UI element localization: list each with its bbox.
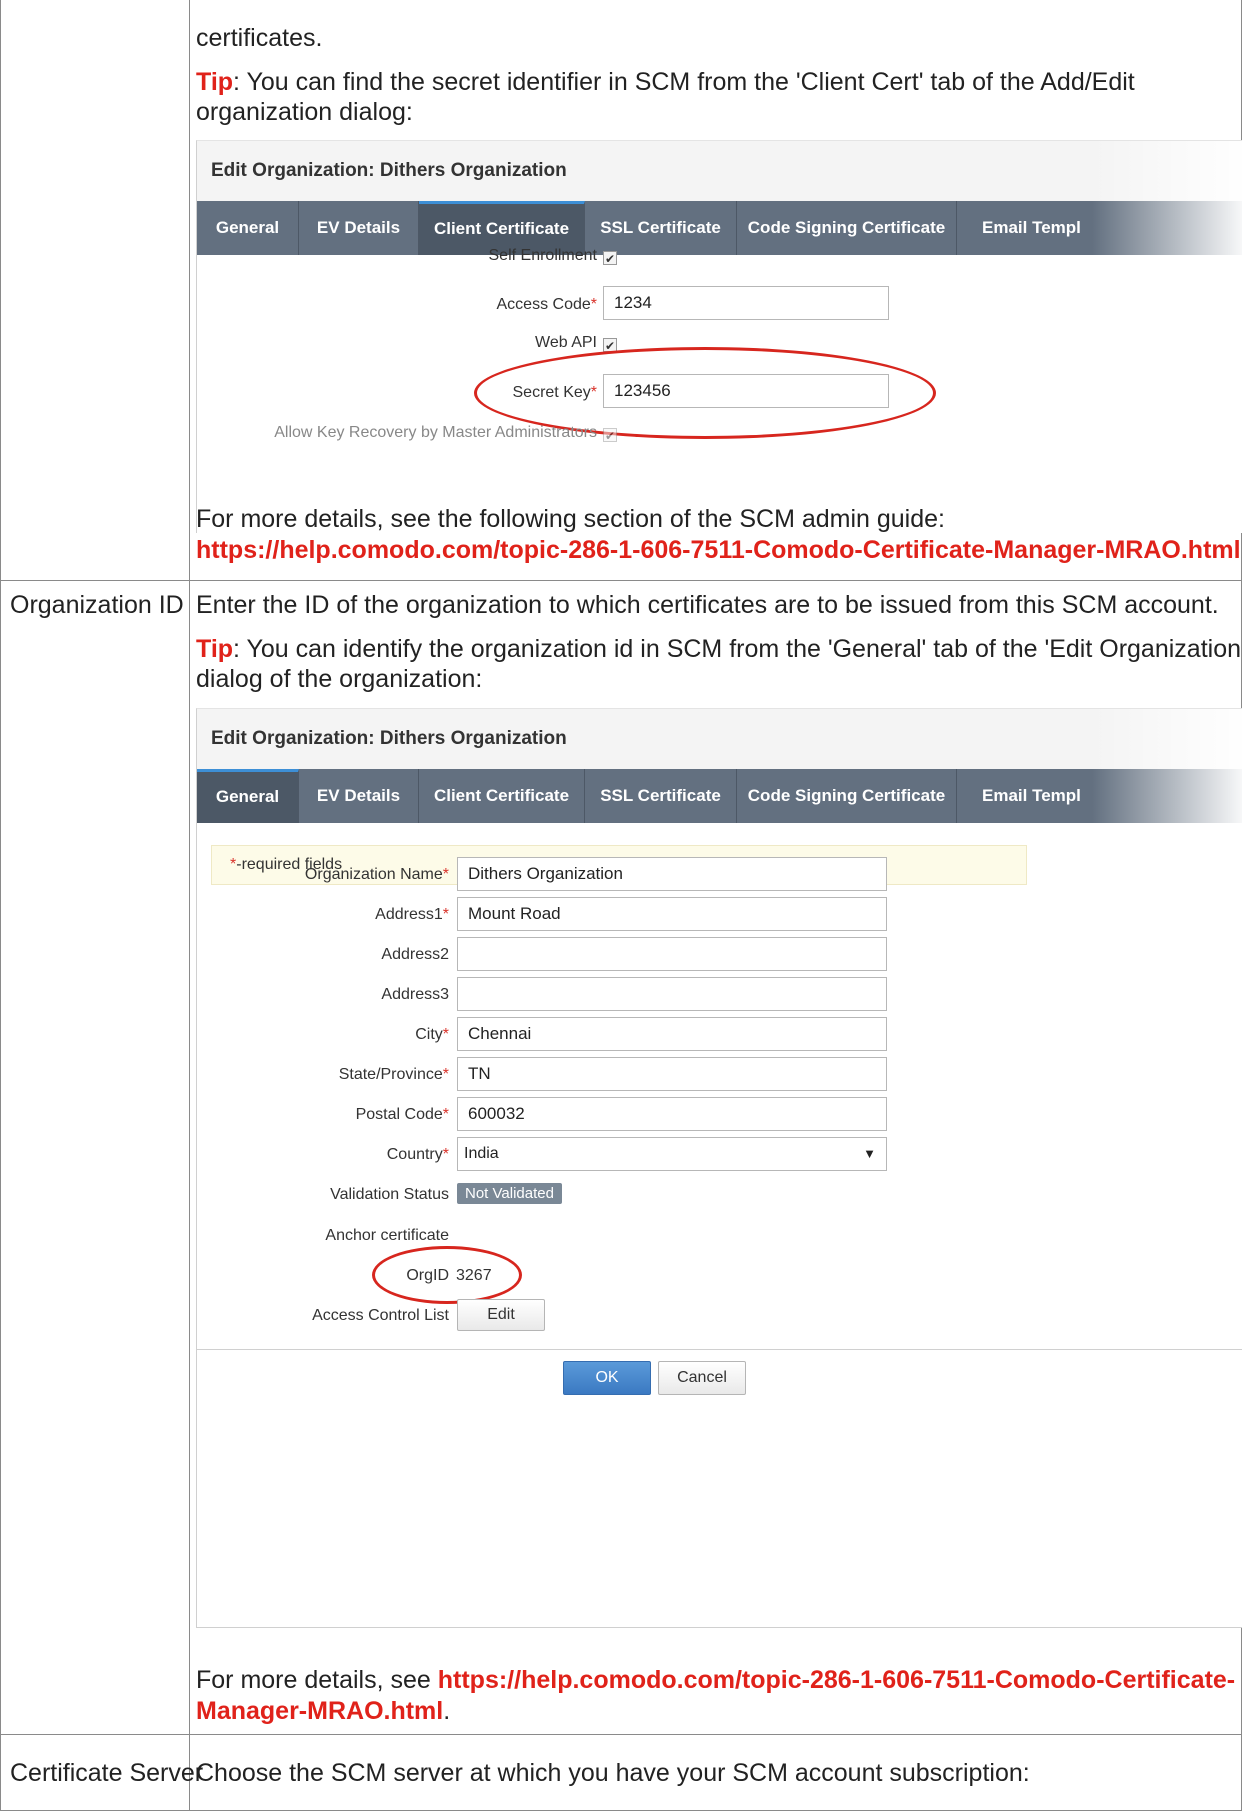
row2-details-line2: Manager-MRAO.html. xyxy=(196,1696,450,1726)
city-input[interactable]: Chennai xyxy=(457,1017,887,1051)
postal-code-input[interactable]: 600032 xyxy=(457,1097,887,1131)
tab-general[interactable]: General xyxy=(197,769,299,823)
row2-tip-line2: dialog of the organization: xyxy=(196,665,483,693)
table-row-divider xyxy=(0,580,1242,581)
tab-client-certificate[interactable]: Client Certificate xyxy=(419,769,585,823)
secret-key-label-text: Secret Key xyxy=(512,384,591,401)
row1-details-link-line: https://help.comodo.com/topic-286-1-606-… xyxy=(196,535,1242,565)
tab-bar: General EV Details Client Certificate SS… xyxy=(197,769,1242,823)
scm-guide-link[interactable]: https://help.comodo.com/topic-286-1-606-… xyxy=(196,536,1241,564)
country-value: India xyxy=(464,1145,499,1162)
self-enrollment-label: Self Enrollment xyxy=(488,247,598,264)
acl-label: Access Control List xyxy=(312,1307,449,1324)
tip-label: Tip xyxy=(196,68,234,96)
address3-input[interactable] xyxy=(457,977,887,1011)
tab-code-signing-certificate[interactable]: Code Signing Certificate xyxy=(737,769,957,823)
period: . xyxy=(443,1697,451,1725)
access-code-label-text: Access Code xyxy=(496,296,591,313)
tab-code-signing-certificate[interactable]: Code Signing Certificate xyxy=(737,201,957,255)
dialog-title: Edit Organization: Dithers Organization xyxy=(211,728,567,749)
tip-label: Tip xyxy=(196,635,234,663)
validation-status-badge: Not Validated xyxy=(457,1183,562,1204)
tab-ssl-certificate[interactable]: SSL Certificate xyxy=(585,769,737,823)
dialog-title: Edit Organization: Dithers Organization xyxy=(211,160,567,181)
validation-status-label: Validation Status xyxy=(330,1186,449,1203)
address1-input[interactable]: Mount Road xyxy=(457,897,887,931)
orgid-label: OrgID xyxy=(406,1267,449,1284)
address2-input[interactable] xyxy=(457,937,887,971)
tab-ssl-certificate[interactable]: SSL Certificate xyxy=(585,201,737,255)
country-label: Country* xyxy=(386,1146,449,1163)
city-label-text: City xyxy=(415,1026,443,1043)
web-api-checkbox[interactable]: ✔ xyxy=(603,338,617,353)
access-code-input[interactable]: 1234 xyxy=(603,286,889,320)
row1-tip-line1: Tip: You can find the secret identifier … xyxy=(196,67,1135,97)
tab-email-templates[interactable]: Email Templ xyxy=(957,769,1107,823)
address3-label: Address3 xyxy=(381,986,449,1003)
state-label: State/Province* xyxy=(338,1066,449,1083)
postal-code-label: Postal Code* xyxy=(355,1106,449,1123)
postal-code-label-text: Postal Code xyxy=(355,1106,443,1123)
row2-tip-line1: Tip: You can identify the organization i… xyxy=(196,634,1242,664)
key-recovery-checkbox[interactable]: ✔ xyxy=(603,428,617,443)
document-table: certificates. Tip: You can find the secr… xyxy=(0,0,1242,1811)
org-name-label-text: Organization Name xyxy=(304,866,443,883)
secret-key-input[interactable]: 123456 xyxy=(603,374,889,408)
table-column-divider xyxy=(189,0,190,1811)
address1-label-text: Address1 xyxy=(375,906,443,923)
key-recovery-label: Allow Key Recovery by Master Administrat… xyxy=(274,424,597,441)
ok-button[interactable]: OK xyxy=(563,1361,651,1395)
row1-tip-line2: organization dialog: xyxy=(196,98,413,126)
self-enrollment-checkbox[interactable]: ✔ xyxy=(603,251,617,266)
table-row-divider xyxy=(0,1734,1242,1735)
org-name-label: Organization Name* xyxy=(304,866,449,883)
tab-email-templates[interactable]: Email Templ xyxy=(957,201,1107,255)
row2-label: Organization ID xyxy=(10,591,184,619)
row1-text-top: certificates. xyxy=(196,24,323,52)
tip-text: : You can identify the organization id i… xyxy=(233,635,1242,663)
client-certificate-dialog-screenshot: Edit Organization: Dithers Organization … xyxy=(196,140,1242,533)
row2-details-line1: For more details, see https://help.comod… xyxy=(196,1665,1235,1695)
row2-intro: Enter the ID of the organization to whic… xyxy=(196,591,1219,619)
tab-ev-details[interactable]: EV Details xyxy=(299,201,419,255)
web-api-label: Web API xyxy=(535,334,597,351)
address1-label: Address1* xyxy=(375,906,449,923)
org-name-input[interactable]: Dithers Organization xyxy=(457,857,887,891)
tab-general[interactable]: General xyxy=(197,201,299,255)
row3-label: Certificate Server xyxy=(10,1759,204,1787)
address2-label: Address2 xyxy=(381,946,449,963)
state-label-text: State/Province xyxy=(338,1066,443,1083)
country-select[interactable]: India ▼ xyxy=(457,1137,887,1171)
city-label: City* xyxy=(415,1026,449,1043)
table-border-left xyxy=(0,0,1,1811)
general-tab-dialog-screenshot: Edit Organization: Dithers Organization … xyxy=(196,708,1242,1628)
details-prefix: For more details, see xyxy=(196,1666,438,1694)
row3-text: Choose the SCM server at which you have … xyxy=(196,1759,1030,1787)
cancel-button[interactable]: Cancel xyxy=(658,1361,746,1395)
orgid-value: 3267 xyxy=(456,1267,492,1284)
torn-edge xyxy=(197,443,1242,463)
scm-guide-link-continued[interactable]: Manager-MRAO.html xyxy=(196,1697,443,1725)
tip-text: : You can find the secret identifier in … xyxy=(233,68,1135,96)
anchor-certificate-label: Anchor certificate xyxy=(325,1227,449,1244)
state-input[interactable]: TN xyxy=(457,1057,887,1091)
acl-edit-button[interactable]: Edit xyxy=(457,1299,545,1331)
row1-details-text: For more details, see the following sect… xyxy=(196,505,945,533)
secret-key-label: Secret Key* xyxy=(512,384,598,401)
footer-divider xyxy=(197,1349,1242,1350)
access-code-label: Access Code* xyxy=(496,296,598,313)
country-label-text: Country xyxy=(386,1146,443,1163)
tab-ev-details[interactable]: EV Details xyxy=(299,769,419,823)
scm-guide-link[interactable]: https://help.comodo.com/topic-286-1-606-… xyxy=(438,1666,1235,1694)
dropdown-arrow-icon: ▼ xyxy=(863,1146,876,1161)
tab-bar: General EV Details Client Certificate SS… xyxy=(197,201,1242,255)
